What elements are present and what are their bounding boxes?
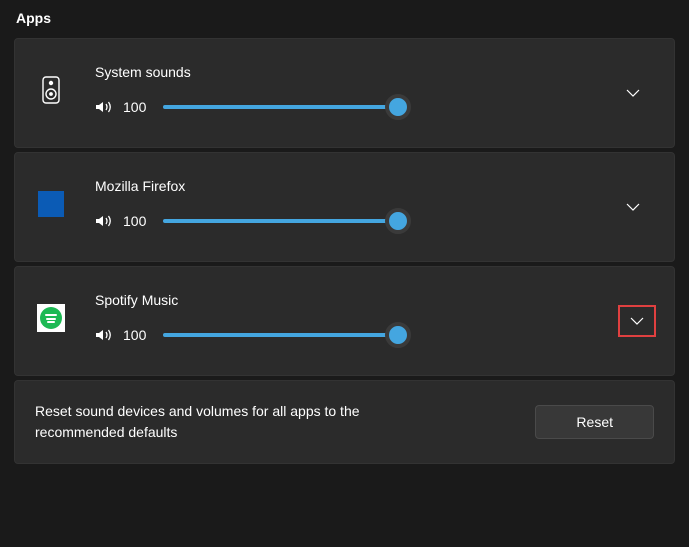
volume-value: 100 [123, 99, 153, 115]
app-name-label: System sounds [95, 64, 654, 80]
volume-slider[interactable] [163, 326, 408, 344]
app-name-label: Spotify Music [95, 292, 654, 308]
reset-button[interactable]: Reset [535, 405, 654, 439]
speaker-device-icon [35, 76, 67, 104]
reset-description: Reset sound devices and volumes for all … [35, 401, 435, 443]
firefox-icon [35, 191, 67, 217]
volume-slider[interactable] [163, 98, 408, 116]
volume-icon [95, 99, 113, 115]
app-row-spotify: Spotify Music 100 [14, 266, 675, 376]
expand-button[interactable] [618, 305, 656, 337]
app-name-label: Mozilla Firefox [95, 178, 654, 194]
app-row-firefox: Mozilla Firefox 100 [14, 152, 675, 262]
chevron-down-icon [630, 317, 644, 325]
expand-button[interactable] [618, 195, 648, 219]
chevron-down-icon [626, 89, 640, 97]
volume-icon [95, 213, 113, 229]
chevron-down-icon [626, 203, 640, 211]
spotify-icon [35, 304, 67, 332]
volume-value: 100 [123, 327, 153, 343]
volume-slider[interactable] [163, 212, 408, 230]
app-row-system-sounds: System sounds 100 [14, 38, 675, 148]
section-title: Apps [14, 10, 675, 26]
volume-icon [95, 327, 113, 343]
reset-row: Reset sound devices and volumes for all … [14, 380, 675, 464]
volume-value: 100 [123, 213, 153, 229]
expand-button[interactable] [618, 81, 648, 105]
